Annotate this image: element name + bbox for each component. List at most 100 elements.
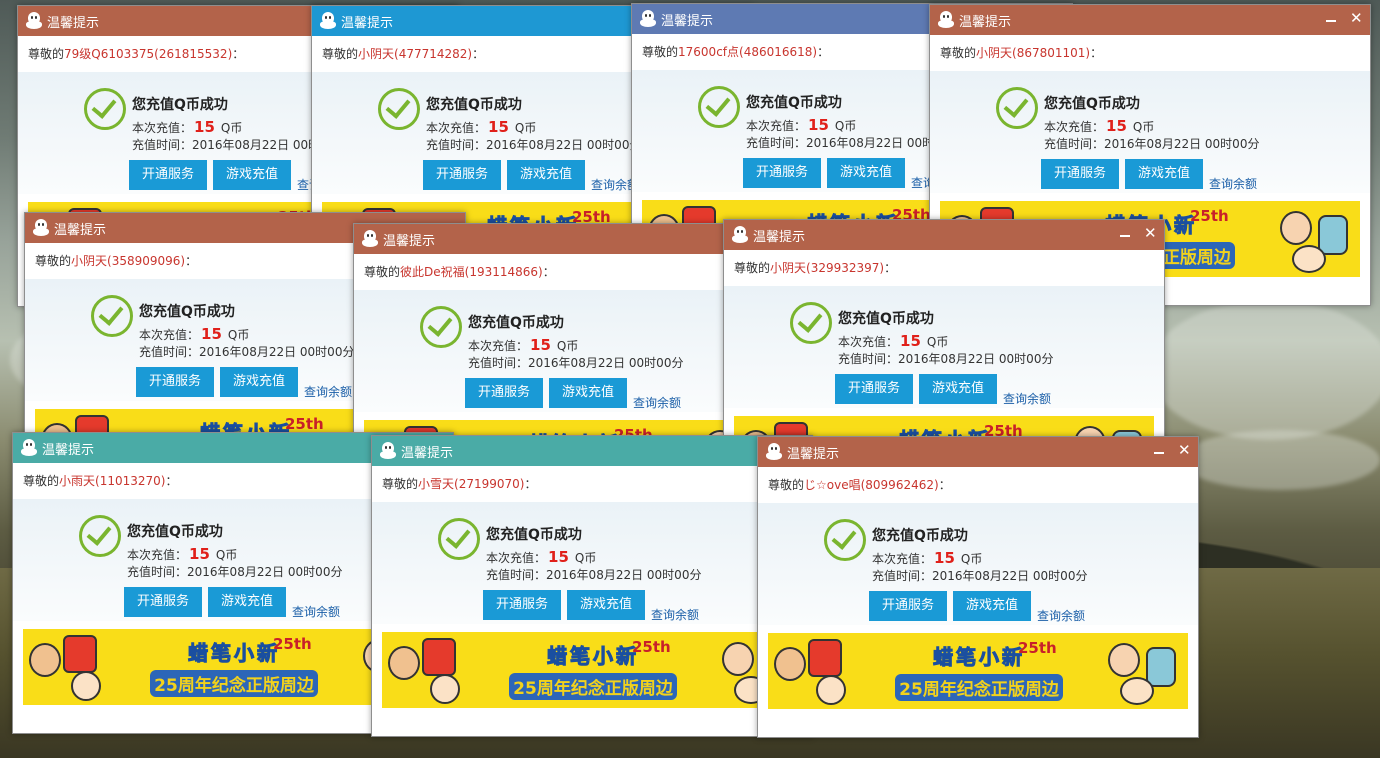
- checkmark-icon: [824, 519, 866, 561]
- popup-window: 温馨提示 ✕ 尊敬的じ☆ove唱(809962462)： 您充值Q币成功 本次充…: [757, 436, 1199, 738]
- qq-penguin-icon: [26, 12, 42, 30]
- time-label: 充值时间：: [426, 138, 487, 152]
- success-message: 您充值Q币成功: [746, 95, 842, 111]
- minimize-icon[interactable]: [1326, 11, 1336, 25]
- open-service-button[interactable]: 开通服务: [869, 591, 947, 621]
- window-title: 温馨提示: [383, 233, 436, 249]
- window-title: 温馨提示: [47, 15, 100, 31]
- check-balance-link[interactable]: 查询余额: [292, 603, 340, 620]
- checkmark-icon: [698, 86, 740, 128]
- cartoon-character: [388, 646, 420, 680]
- title-bar[interactable]: 温馨提示 ✕: [724, 220, 1164, 250]
- amount-label: 本次充值：: [139, 328, 200, 342]
- success-message: 您充值Q币成功: [838, 311, 934, 327]
- greeting-prefix: 尊敬的: [642, 45, 679, 59]
- anniversary-badge: 25th: [632, 638, 671, 656]
- qq-penguin-icon: [21, 439, 37, 457]
- game-recharge-button[interactable]: 游戏充值: [220, 367, 298, 397]
- check-balance-link[interactable]: 查询余额: [1209, 175, 1257, 192]
- qq-penguin-icon: [732, 226, 748, 244]
- amount-line: 本次充值： 15 Q币: [486, 548, 596, 566]
- cartoon-character: [722, 642, 754, 676]
- open-service-button[interactable]: 开通服务: [835, 374, 913, 404]
- success-message: 您充值Q币成功: [426, 97, 522, 113]
- amount-unit: Q币: [960, 552, 983, 566]
- open-service-button[interactable]: 开通服务: [129, 160, 207, 190]
- banner-subtitle: 25周年纪念正版周边: [509, 673, 677, 700]
- window-title: 温馨提示: [401, 445, 454, 461]
- time-value: 2016年08月22日 00时00分: [546, 568, 702, 582]
- game-recharge-button[interactable]: 游戏充值: [827, 158, 905, 188]
- checkmark-icon: [378, 88, 420, 130]
- amount-label: 本次充值：: [486, 551, 547, 565]
- window-title: 温馨提示: [753, 229, 806, 245]
- anniversary-badge: 25th: [285, 415, 324, 433]
- time-line: 充值时间：2016年08月22日 00时00分: [127, 563, 342, 580]
- check-balance-link[interactable]: 查询余额: [651, 606, 699, 623]
- success-message: 您充值Q币成功: [1044, 96, 1140, 112]
- game-recharge-button[interactable]: 游戏充值: [208, 587, 286, 617]
- cartoon-character: [1146, 647, 1176, 687]
- cartoon-character: [1292, 245, 1326, 273]
- user-name: 小阴天(329932397): [770, 261, 885, 275]
- minimize-icon[interactable]: [1120, 226, 1130, 240]
- amount-line: 本次充值： 15 Q币: [139, 325, 249, 343]
- check-balance-link[interactable]: 查询余额: [633, 394, 681, 411]
- time-line: 充值时间：2016年08月22日 00时00分: [139, 343, 354, 360]
- title-bar[interactable]: 温馨提示: [372, 436, 812, 466]
- greeting-suffix: ：: [232, 47, 245, 61]
- checkmark-icon: [91, 295, 133, 337]
- cartoon-character: [1108, 643, 1140, 677]
- check-balance-link[interactable]: 查询余额: [1003, 390, 1051, 407]
- close-icon[interactable]: ✕: [1178, 443, 1191, 458]
- time-label: 充值时间：: [486, 568, 547, 582]
- amount-unit: Q币: [1132, 120, 1155, 134]
- open-service-button[interactable]: 开通服务: [136, 367, 214, 397]
- time-label: 充值时间：: [838, 352, 899, 366]
- window-title: 温馨提示: [787, 446, 840, 462]
- time-label: 充值时间：: [139, 345, 200, 359]
- open-service-button[interactable]: 开通服务: [465, 378, 543, 408]
- amount-label: 本次充值：: [872, 552, 933, 566]
- checkmark-icon: [420, 306, 462, 348]
- greeting-prefix: 尊敬的: [35, 254, 72, 268]
- cartoon-character: [63, 635, 97, 673]
- amount-value: 15: [189, 545, 210, 563]
- game-recharge-button[interactable]: 游戏充值: [1125, 159, 1203, 189]
- amount-unit: Q币: [227, 328, 250, 342]
- time-label: 充值时间：: [1044, 137, 1105, 151]
- success-message: 您充值Q币成功: [486, 527, 582, 543]
- greeting-prefix: 尊敬的: [734, 261, 771, 275]
- window-title: 温馨提示: [661, 13, 714, 29]
- close-icon[interactable]: ✕: [1144, 226, 1157, 241]
- game-recharge-button[interactable]: 游戏充值: [953, 591, 1031, 621]
- game-recharge-button[interactable]: 游戏充值: [567, 590, 645, 620]
- game-recharge-button[interactable]: 游戏充值: [213, 160, 291, 190]
- check-balance-link[interactable]: 查询余额: [1037, 607, 1085, 624]
- amount-value: 15: [808, 116, 829, 134]
- open-service-button[interactable]: 开通服务: [743, 158, 821, 188]
- game-recharge-button[interactable]: 游戏充值: [507, 160, 585, 190]
- minimize-icon[interactable]: [1154, 443, 1164, 457]
- title-bar[interactable]: 温馨提示 ✕: [758, 437, 1198, 467]
- open-service-button[interactable]: 开通服务: [423, 160, 501, 190]
- open-service-button[interactable]: 开通服务: [124, 587, 202, 617]
- open-service-button[interactable]: 开通服务: [1041, 159, 1119, 189]
- game-recharge-button[interactable]: 游戏充值: [919, 374, 997, 404]
- close-icon[interactable]: ✕: [1350, 11, 1363, 26]
- title-bar[interactable]: 温馨提示 ✕: [930, 5, 1370, 35]
- amount-unit: Q币: [574, 551, 597, 565]
- window-title: 温馨提示: [341, 15, 394, 31]
- greeting-prefix: 尊敬的: [23, 474, 60, 488]
- game-recharge-button[interactable]: 游戏充值: [549, 378, 627, 408]
- amount-line: 本次充值： 15 Q币: [838, 332, 948, 350]
- amount-label: 本次充值：: [468, 339, 529, 353]
- check-balance-link[interactable]: 查询余额: [304, 383, 352, 400]
- promo-banner[interactable]: 蜡笔小新 25周年纪念正版周边 25th: [768, 633, 1188, 709]
- qq-penguin-icon: [766, 443, 782, 461]
- amount-line: 本次充值： 15 Q币: [746, 116, 856, 134]
- banner-subtitle: 25周年纪念正版周边: [895, 674, 1063, 701]
- greeting-suffix: ：: [524, 477, 537, 491]
- promo-banner[interactable]: 蜡笔小新 25周年纪念正版周边 25th: [382, 632, 802, 708]
- open-service-button[interactable]: 开通服务: [483, 590, 561, 620]
